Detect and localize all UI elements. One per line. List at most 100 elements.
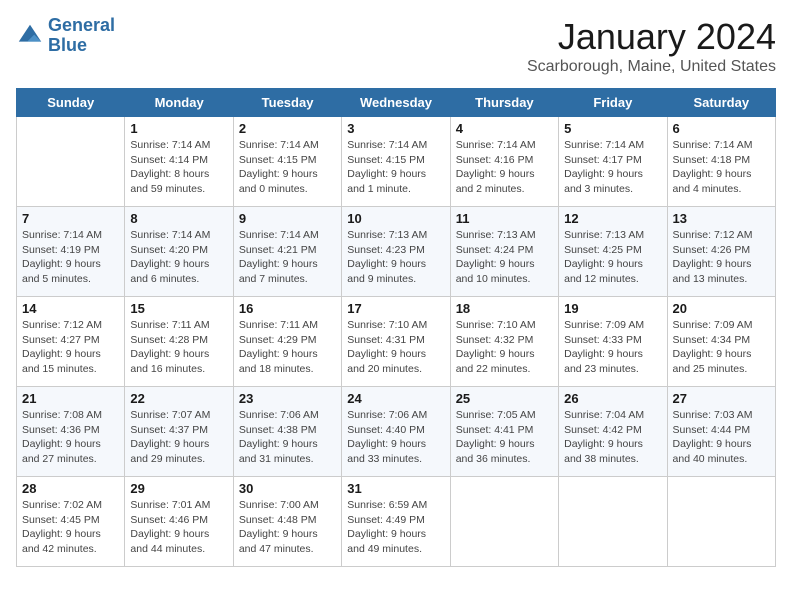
day-number: 17	[347, 301, 444, 316]
cell-daylight-info: Sunrise: 7:14 AM Sunset: 4:19 PM Dayligh…	[22, 228, 119, 287]
logo: General Blue	[16, 16, 115, 56]
day-number: 8	[130, 211, 227, 226]
cell-daylight-info: Sunrise: 7:14 AM Sunset: 4:14 PM Dayligh…	[130, 138, 227, 197]
calendar-subtitle: Scarborough, Maine, United States	[527, 58, 776, 76]
cell-daylight-info: Sunrise: 7:01 AM Sunset: 4:46 PM Dayligh…	[130, 498, 227, 557]
page-header: General Blue January 2024 Scarborough, M…	[16, 16, 776, 76]
cell-daylight-info: Sunrise: 7:14 AM Sunset: 4:16 PM Dayligh…	[456, 138, 553, 197]
day-number: 18	[456, 301, 553, 316]
calendar-cell: 11 Sunrise: 7:13 AM Sunset: 4:24 PM Dayli…	[450, 207, 558, 297]
day-number: 2	[239, 121, 336, 136]
day-number: 13	[673, 211, 770, 226]
calendar-header: SundayMondayTuesdayWednesdayThursdayFrid…	[17, 89, 776, 117]
weekday-header: Saturday	[667, 89, 775, 117]
calendar-cell: 28 Sunrise: 7:02 AM Sunset: 4:45 PM Dayli…	[17, 477, 125, 567]
cell-daylight-info: Sunrise: 7:12 AM Sunset: 4:27 PM Dayligh…	[22, 318, 119, 377]
day-number: 27	[673, 391, 770, 406]
calendar-cell: 29 Sunrise: 7:01 AM Sunset: 4:46 PM Dayli…	[125, 477, 233, 567]
calendar-cell: 15 Sunrise: 7:11 AM Sunset: 4:28 PM Dayli…	[125, 297, 233, 387]
day-number: 4	[456, 121, 553, 136]
day-number: 11	[456, 211, 553, 226]
calendar-week-row: 14 Sunrise: 7:12 AM Sunset: 4:27 PM Dayli…	[17, 297, 776, 387]
cell-daylight-info: Sunrise: 7:06 AM Sunset: 4:38 PM Dayligh…	[239, 408, 336, 467]
calendar-cell: 17 Sunrise: 7:10 AM Sunset: 4:31 PM Dayli…	[342, 297, 450, 387]
cell-daylight-info: Sunrise: 7:09 AM Sunset: 4:34 PM Dayligh…	[673, 318, 770, 377]
calendar-cell	[559, 477, 667, 567]
day-number: 3	[347, 121, 444, 136]
calendar-cell	[450, 477, 558, 567]
calendar-cell: 27Sunrise: 7:03 AM Sunset: 4:44 PM Dayli…	[667, 387, 775, 477]
calendar-body: 1 Sunrise: 7:14 AM Sunset: 4:14 PM Daylig…	[17, 117, 776, 567]
calendar-cell: 13 Sunrise: 7:12 AM Sunset: 4:26 PM Dayli…	[667, 207, 775, 297]
calendar-cell: 24 Sunrise: 7:06 AM Sunset: 4:40 PM Dayli…	[342, 387, 450, 477]
calendar-cell: 30Sunrise: 7:00 AM Sunset: 4:48 PM Dayli…	[233, 477, 341, 567]
day-number: 20	[673, 301, 770, 316]
cell-daylight-info: Sunrise: 7:00 AM Sunset: 4:48 PM Dayligh…	[239, 498, 336, 557]
day-number: 25	[456, 391, 553, 406]
cell-daylight-info: Sunrise: 7:14 AM Sunset: 4:17 PM Dayligh…	[564, 138, 661, 197]
calendar-cell: 9 Sunrise: 7:14 AM Sunset: 4:21 PM Daylig…	[233, 207, 341, 297]
calendar-cell: 7 Sunrise: 7:14 AM Sunset: 4:19 PM Daylig…	[17, 207, 125, 297]
calendar-week-row: 21Sunrise: 7:08 AM Sunset: 4:36 PM Dayli…	[17, 387, 776, 477]
day-number: 7	[22, 211, 119, 226]
calendar-week-row: 7 Sunrise: 7:14 AM Sunset: 4:19 PM Daylig…	[17, 207, 776, 297]
day-number: 6	[673, 121, 770, 136]
logo-icon	[16, 22, 44, 50]
weekday-header: Monday	[125, 89, 233, 117]
cell-daylight-info: Sunrise: 7:09 AM Sunset: 4:33 PM Dayligh…	[564, 318, 661, 377]
calendar-cell: 1 Sunrise: 7:14 AM Sunset: 4:14 PM Daylig…	[125, 117, 233, 207]
cell-daylight-info: Sunrise: 7:10 AM Sunset: 4:31 PM Dayligh…	[347, 318, 444, 377]
cell-daylight-info: Sunrise: 7:14 AM Sunset: 4:15 PM Dayligh…	[239, 138, 336, 197]
day-number: 26	[564, 391, 661, 406]
day-number: 9	[239, 211, 336, 226]
day-number: 19	[564, 301, 661, 316]
calendar-cell: 16Sunrise: 7:11 AM Sunset: 4:29 PM Dayli…	[233, 297, 341, 387]
calendar-week-row: 1 Sunrise: 7:14 AM Sunset: 4:14 PM Daylig…	[17, 117, 776, 207]
day-number: 15	[130, 301, 227, 316]
cell-daylight-info: Sunrise: 7:14 AM Sunset: 4:18 PM Dayligh…	[673, 138, 770, 197]
cell-daylight-info: Sunrise: 7:07 AM Sunset: 4:37 PM Dayligh…	[130, 408, 227, 467]
calendar-cell: 21Sunrise: 7:08 AM Sunset: 4:36 PM Dayli…	[17, 387, 125, 477]
calendar-title: January 2024	[527, 16, 776, 58]
calendar-cell: 25 Sunrise: 7:05 AM Sunset: 4:41 PM Dayli…	[450, 387, 558, 477]
weekday-header: Friday	[559, 89, 667, 117]
cell-daylight-info: Sunrise: 7:02 AM Sunset: 4:45 PM Dayligh…	[22, 498, 119, 557]
cell-daylight-info: Sunrise: 7:10 AM Sunset: 4:32 PM Dayligh…	[456, 318, 553, 377]
day-number: 1	[130, 121, 227, 136]
logo-text: General Blue	[48, 16, 115, 56]
calendar-cell: 2 Sunrise: 7:14 AM Sunset: 4:15 PM Daylig…	[233, 117, 341, 207]
calendar-cell: 8Sunrise: 7:14 AM Sunset: 4:20 PM Daylig…	[125, 207, 233, 297]
calendar-cell: 3Sunrise: 7:14 AM Sunset: 4:15 PM Daylig…	[342, 117, 450, 207]
calendar-cell: 31Sunrise: 6:59 AM Sunset: 4:49 PM Dayli…	[342, 477, 450, 567]
weekday-header: Sunday	[17, 89, 125, 117]
calendar-table: SundayMondayTuesdayWednesdayThursdayFrid…	[16, 88, 776, 567]
calendar-cell: 23 Sunrise: 7:06 AM Sunset: 4:38 PM Dayli…	[233, 387, 341, 477]
weekday-header: Tuesday	[233, 89, 341, 117]
day-number: 14	[22, 301, 119, 316]
calendar-cell: 19 Sunrise: 7:09 AM Sunset: 4:33 PM Dayli…	[559, 297, 667, 387]
cell-daylight-info: Sunrise: 7:13 AM Sunset: 4:23 PM Dayligh…	[347, 228, 444, 287]
cell-daylight-info: Sunrise: 7:13 AM Sunset: 4:24 PM Dayligh…	[456, 228, 553, 287]
calendar-cell: 22Sunrise: 7:07 AM Sunset: 4:37 PM Dayli…	[125, 387, 233, 477]
calendar-cell	[17, 117, 125, 207]
cell-daylight-info: Sunrise: 7:06 AM Sunset: 4:40 PM Dayligh…	[347, 408, 444, 467]
day-number: 28	[22, 481, 119, 496]
calendar-cell: 26Sunrise: 7:04 AM Sunset: 4:42 PM Dayli…	[559, 387, 667, 477]
calendar-cell: 10 Sunrise: 7:13 AM Sunset: 4:23 PM Dayli…	[342, 207, 450, 297]
day-number: 23	[239, 391, 336, 406]
day-number: 29	[130, 481, 227, 496]
cell-daylight-info: Sunrise: 7:11 AM Sunset: 4:28 PM Dayligh…	[130, 318, 227, 377]
cell-daylight-info: Sunrise: 7:08 AM Sunset: 4:36 PM Dayligh…	[22, 408, 119, 467]
day-number: 31	[347, 481, 444, 496]
cell-daylight-info: Sunrise: 7:14 AM Sunset: 4:21 PM Dayligh…	[239, 228, 336, 287]
weekday-header: Thursday	[450, 89, 558, 117]
calendar-cell: 12Sunrise: 7:13 AM Sunset: 4:25 PM Dayli…	[559, 207, 667, 297]
day-number: 10	[347, 211, 444, 226]
calendar-cell: 18 Sunrise: 7:10 AM Sunset: 4:32 PM Dayli…	[450, 297, 558, 387]
cell-daylight-info: Sunrise: 7:05 AM Sunset: 4:41 PM Dayligh…	[456, 408, 553, 467]
cell-daylight-info: Sunrise: 7:12 AM Sunset: 4:26 PM Dayligh…	[673, 228, 770, 287]
calendar-cell	[667, 477, 775, 567]
calendar-cell: 20 Sunrise: 7:09 AM Sunset: 4:34 PM Dayli…	[667, 297, 775, 387]
day-number: 24	[347, 391, 444, 406]
day-number: 16	[239, 301, 336, 316]
